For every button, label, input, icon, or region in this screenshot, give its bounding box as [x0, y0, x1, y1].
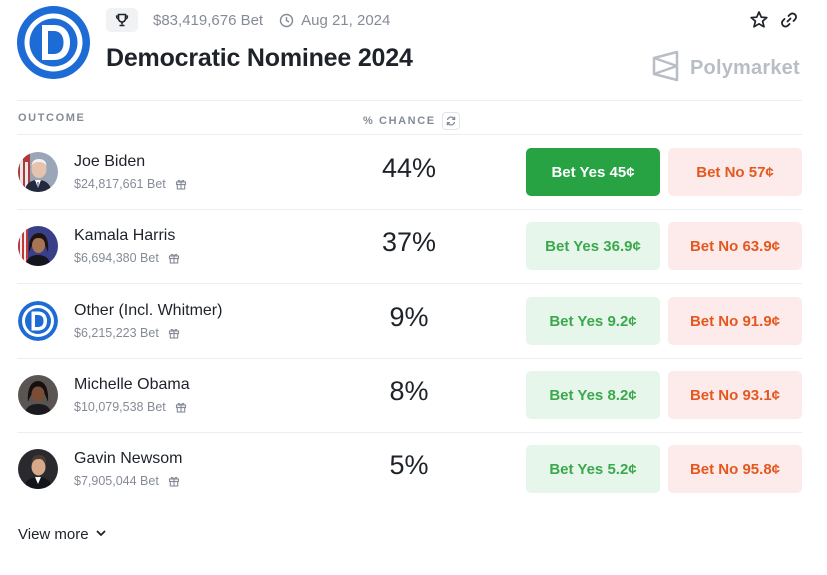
- divider: [17, 100, 802, 101]
- outcome-chance: 8%: [389, 376, 429, 406]
- democratic-party-avatar: [18, 301, 58, 341]
- outcome-row: Other (Incl. Whitmer) $6,215,223 Bet 9% …: [17, 284, 802, 358]
- outcome-volume-text: $24,817,661 Bet: [74, 177, 166, 191]
- bet-yes-button[interactable]: Bet Yes 5.2¢: [526, 445, 660, 493]
- avatar: [18, 152, 58, 192]
- outcome-chance: 5%: [389, 450, 429, 480]
- polymarket-logo-icon: [652, 50, 680, 87]
- avatar: [18, 375, 58, 415]
- outcome-volume-text: $7,905,044 Bet: [74, 474, 159, 488]
- chance-column-header: % CHANCE: [363, 112, 460, 130]
- outcome-chance: 37%: [381, 227, 437, 257]
- market-header: $83,419,676 Bet Aug 21, 2024 Democratic …: [0, 0, 827, 100]
- refresh-icon[interactable]: [441, 112, 460, 130]
- outcome-name: Gavin Newsom: [74, 450, 183, 467]
- gift-icon[interactable]: [168, 327, 180, 339]
- page-title: Democratic Nominee 2024: [106, 44, 413, 72]
- outcome-volume-text: $6,694,380 Bet: [74, 251, 159, 265]
- democratic-party-logo: [17, 6, 90, 79]
- chevron-down-icon: [89, 526, 107, 543]
- outcome-row: Michelle Obama $10,079,538 Bet 8% Bet Ye…: [17, 358, 802, 432]
- gift-icon[interactable]: [168, 252, 180, 264]
- avatar: [18, 226, 58, 266]
- bet-no-button[interactable]: Bet No 91.9¢: [668, 297, 802, 345]
- outcome-name: Joe Biden: [74, 153, 146, 170]
- outcome-row: Joe Biden $24,817,661 Bet 44% Bet Yes 45…: [17, 135, 802, 209]
- outcome-volume: $7,905,044 Bet: [74, 474, 180, 488]
- outcome-volume: $24,817,661 Bet: [74, 177, 187, 191]
- gift-icon[interactable]: [175, 401, 187, 413]
- market-date: Aug 21, 2024: [301, 11, 391, 29]
- avatar: [18, 449, 58, 489]
- polymarket-brand: Polymarket: [652, 50, 800, 87]
- gift-icon[interactable]: [175, 178, 187, 190]
- view-more-label: View more: [18, 526, 89, 543]
- outcome-volume-text: $10,079,538 Bet: [74, 400, 166, 414]
- bet-no-button[interactable]: Bet No 95.8¢: [668, 445, 802, 493]
- trophy-icon: [106, 8, 138, 32]
- outcome-name: Kamala Harris: [74, 227, 176, 244]
- bet-yes-button[interactable]: Bet Yes 9.2¢: [526, 297, 660, 345]
- bet-yes-button[interactable]: Bet Yes 8.2¢: [526, 371, 660, 419]
- view-more-link[interactable]: View more: [18, 526, 107, 543]
- star-icon[interactable]: [748, 9, 770, 31]
- chance-header-label: % CHANCE: [363, 115, 436, 127]
- outcome-volume-text: $6,215,223 Bet: [74, 326, 159, 340]
- outcome-name: Michelle Obama: [74, 376, 190, 393]
- bet-no-button[interactable]: Bet No 57¢: [668, 148, 802, 196]
- outcome-row: Kamala Harris $6,694,380 Bet 37% Bet Yes…: [17, 209, 802, 283]
- bet-no-button[interactable]: Bet No 63.9¢: [668, 222, 802, 270]
- header-actions: [748, 9, 800, 31]
- market-meta: $83,419,676 Bet Aug 21, 2024: [106, 8, 390, 32]
- bet-no-button[interactable]: Bet No 93.1¢: [668, 371, 802, 419]
- clock-icon: [279, 13, 294, 28]
- outcome-chance: 9%: [389, 302, 429, 332]
- outcome-column-header: OUTCOME: [18, 112, 86, 124]
- bet-yes-button[interactable]: Bet Yes 45¢: [526, 148, 660, 196]
- outcome-volume: $6,694,380 Bet: [74, 251, 180, 265]
- market-volume: $83,419,676 Bet: [153, 11, 264, 29]
- outcome-name: Other (Incl. Whitmer): [74, 302, 223, 319]
- link-icon[interactable]: [778, 9, 800, 31]
- bet-yes-button[interactable]: Bet Yes 36.9¢: [526, 222, 660, 270]
- outcome-volume: $6,215,223 Bet: [74, 326, 180, 340]
- outcome-chance: 44%: [381, 153, 437, 183]
- gift-icon[interactable]: [168, 475, 180, 487]
- outcome-row: Gavin Newsom $7,905,044 Bet 5% Bet Yes 5…: [17, 432, 802, 506]
- polymarket-wordmark: Polymarket: [690, 57, 800, 79]
- outcome-volume: $10,079,538 Bet: [74, 400, 187, 414]
